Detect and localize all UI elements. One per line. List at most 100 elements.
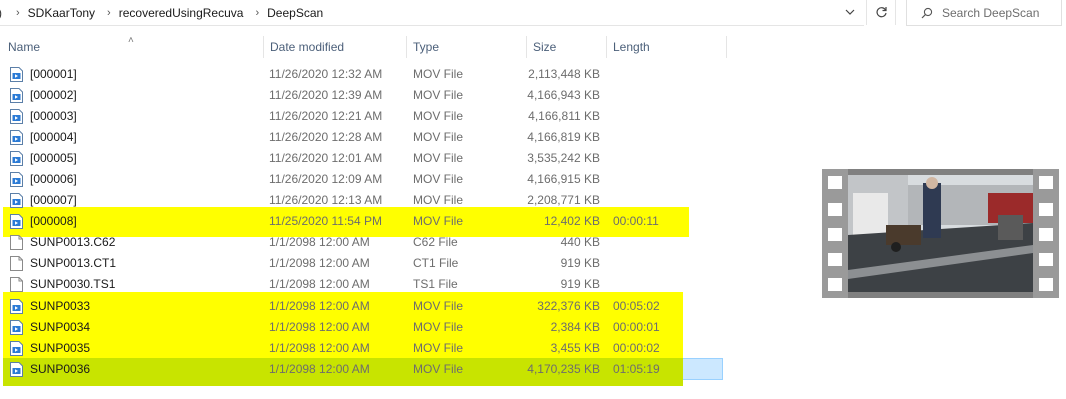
file-date-modified: 1/1/2098 12:00 AM xyxy=(269,299,370,313)
file-size: 322,376 KB xyxy=(537,299,600,313)
file-name: SUNP0034 xyxy=(30,320,91,334)
file-row[interactable]: [000008] 11/25/2020 11:54 PM MOV File 12,40… xyxy=(0,211,800,232)
file-name: SUNP0013.CT1 xyxy=(30,256,117,270)
column-header-length[interactable]: Length xyxy=(607,36,727,58)
file-name: [000007] xyxy=(30,193,77,207)
file-name: [000001] xyxy=(30,67,77,81)
file-date-modified: 1/1/2098 12:00 AM xyxy=(269,277,370,291)
file-row[interactable]: SUNP0013.CT1 1/1/2098 12:00 AM CT1 File 919… xyxy=(0,253,800,274)
file-name: [000005] xyxy=(30,151,77,165)
file-type: MOV File xyxy=(413,88,464,102)
file-size: 4,166,915 KB xyxy=(527,172,600,186)
video-preview-thumbnail xyxy=(822,169,1059,298)
file-row[interactable]: [000001] 11/26/2020 12:32 AM MOV File 2,113… xyxy=(0,64,800,85)
file-length: 00:05:02 xyxy=(613,299,660,313)
column-header-length-label: Length xyxy=(613,40,650,54)
file-size: 4,166,811 KB xyxy=(528,109,600,123)
top-bar: ) › SDKaarTony › recoveredUsingRecuva › … xyxy=(0,0,1066,27)
column-header-row: Name ˄ Date modified Type Size Length xyxy=(0,35,800,58)
file-date-modified: 1/1/2098 12:00 AM xyxy=(269,362,370,376)
sort-ascending-icon: ˄ xyxy=(128,35,134,46)
file-name: [000008] xyxy=(30,214,77,228)
file-type: MOV File xyxy=(413,299,464,313)
file-type: CT1 File xyxy=(413,256,459,270)
file-row[interactable]: [000006] 11/26/2020 12:09 AM MOV File 4,166… xyxy=(0,169,800,190)
video-frame xyxy=(848,175,1033,292)
file-type: MOV File xyxy=(413,172,464,186)
file-type: MOV File xyxy=(413,320,464,334)
file-type: MOV File xyxy=(413,130,464,144)
file-type: MOV File xyxy=(413,109,464,123)
file-row[interactable]: [000002] 11/26/2020 12:39 AM MOV File 4,166… xyxy=(0,85,800,106)
file-row[interactable]: SUNP0030.TS1 1/1/2098 12:00 AM TS1 File 919… xyxy=(0,274,800,295)
file-date-modified: 11/26/2020 12:21 AM xyxy=(269,109,383,123)
chevron-right-icon[interactable]: › xyxy=(255,7,259,19)
file-row[interactable]: [000007] 11/26/2020 12:13 AM MOV File 2,208… xyxy=(0,190,800,211)
file-date-modified: 11/26/2020 12:13 AM xyxy=(269,193,383,207)
file-type: MOV File xyxy=(413,362,464,376)
chevron-right-icon[interactable]: › xyxy=(16,7,20,19)
file-size: 3,535,242 KB xyxy=(527,151,600,165)
file-name: [000004] xyxy=(30,130,77,144)
chevron-right-icon[interactable]: › xyxy=(107,7,111,19)
file-size: 2,113,448 KB xyxy=(528,67,600,81)
file-row[interactable]: [000003] 11/26/2020 12:21 AM MOV File 4,166… xyxy=(0,106,800,127)
breadcrumb-item-sdkaartony[interactable]: SDKaarTony xyxy=(28,6,95,20)
file-date-modified: 1/1/2098 12:00 AM xyxy=(269,256,370,270)
file-length: 00:00:11 xyxy=(613,214,659,228)
search-box[interactable] xyxy=(906,0,1062,26)
chevron-down-icon[interactable] xyxy=(842,4,858,20)
column-header-type[interactable]: Type xyxy=(407,36,527,58)
file-type: C62 File xyxy=(413,235,458,249)
file-type: MOV File xyxy=(413,67,464,81)
file-date-modified: 11/26/2020 12:32 AM xyxy=(269,67,383,81)
file-type: TS1 File xyxy=(413,277,458,291)
file-name: [000006] xyxy=(30,172,77,186)
file-name: [000003] xyxy=(30,109,77,123)
file-name: SUNP0036 xyxy=(30,362,91,376)
file-size: 4,166,943 KB xyxy=(527,88,600,102)
search-icon xyxy=(921,7,933,18)
file-row[interactable]: SUNP0013.C62 1/1/2098 12:00 AM C62 File 440… xyxy=(0,232,800,253)
file-size: 12,402 KB xyxy=(543,214,600,228)
file-date-modified: 1/1/2098 12:00 AM xyxy=(269,320,370,334)
file-date-modified: 1/1/2098 12:00 AM xyxy=(269,235,370,249)
file-date-modified: 1/1/2098 12:00 AM xyxy=(269,341,370,355)
file-size: 2,384 KB xyxy=(550,320,600,334)
address-bar[interactable]: ) › SDKaarTony › recoveredUsingRecuva › … xyxy=(0,0,864,26)
file-name: [000002] xyxy=(30,88,77,102)
file-name: SUNP0013.C62 xyxy=(30,235,116,249)
file-row[interactable]: SUNP0036 1/1/2098 12:00 AM MOV File 4,170,2… xyxy=(0,359,800,380)
file-size: 919 KB xyxy=(560,277,600,291)
column-header-size-label: Size xyxy=(533,40,557,54)
file-row[interactable]: [000005] 11/26/2020 12:01 AM MOV File 3,535… xyxy=(0,148,800,169)
file-type: MOV File xyxy=(413,193,464,207)
file-size: 3,455 KB xyxy=(550,341,600,355)
file-row[interactable]: SUNP0035 1/1/2098 12:00 AM MOV File 3,455 K… xyxy=(0,338,800,359)
file-date-modified: 11/26/2020 12:09 AM xyxy=(269,172,383,186)
refresh-icon xyxy=(875,7,887,18)
address-bar-edge: ) xyxy=(0,6,4,20)
file-row[interactable]: [000004] 11/26/2020 12:28 AM MOV File 4,166… xyxy=(0,127,800,148)
file-size: 440 KB xyxy=(560,235,600,249)
file-date-modified: 11/26/2020 12:39 AM xyxy=(269,88,383,102)
breadcrumb-item-deepscan[interactable]: DeepScan xyxy=(267,6,323,20)
column-header-size[interactable]: Size xyxy=(527,36,607,58)
column-header-date[interactable]: Date modified xyxy=(264,36,407,58)
file-type: MOV File xyxy=(413,341,464,355)
file-row[interactable]: SUNP0033 1/1/2098 12:00 AM MOV File 322,376… xyxy=(0,296,800,317)
file-row[interactable]: SUNP0034 1/1/2098 12:00 AM MOV File 2,384 K… xyxy=(0,317,800,338)
breadcrumb-item-recoveredusingrecuva[interactable]: recoveredUsingRecuva xyxy=(119,6,244,20)
refresh-button[interactable] xyxy=(866,0,896,25)
column-header-name[interactable]: Name ˄ xyxy=(2,35,264,58)
file-type: MOV File xyxy=(413,214,464,228)
search-input[interactable] xyxy=(942,5,1052,20)
file-date-modified: 11/25/2020 11:54 PM xyxy=(269,214,382,228)
file-size: 4,166,819 KB xyxy=(527,130,600,144)
file-date-modified: 11/26/2020 12:01 AM xyxy=(269,151,383,165)
file-size: 2,208,771 KB xyxy=(527,193,600,207)
file-length: 00:00:01 xyxy=(613,320,660,334)
file-length: 00:00:02 xyxy=(613,341,660,355)
file-date-modified: 11/26/2020 12:28 AM xyxy=(269,130,383,144)
film-strip-right xyxy=(1033,169,1059,298)
